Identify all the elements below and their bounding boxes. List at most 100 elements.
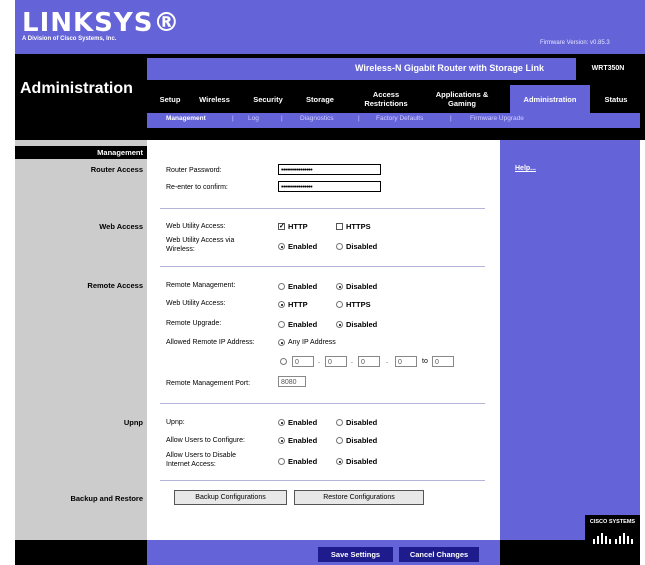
cancel-changes-button[interactable]: Cancel Changes [399, 547, 479, 562]
radio-selected-icon [336, 283, 343, 290]
http-checkbox[interactable]: ✓ HTTP [278, 222, 308, 231]
ip-dot: . [386, 358, 388, 365]
radio-selected-icon [336, 458, 343, 465]
section-backup-restore: Backup and Restore [70, 494, 143, 503]
remote-upgrade-label: Remote Upgrade: [166, 320, 222, 327]
radio-selected-icon [336, 321, 343, 328]
section-web-access: Web Access [99, 222, 143, 231]
divider [160, 208, 485, 209]
confirm-password-input[interactable]: •••••••••••••••• [278, 181, 381, 192]
remote-mgmt-enabled-radio[interactable]: Enabled [278, 282, 317, 291]
restore-configurations-button[interactable]: Restore Configurations [294, 490, 424, 505]
configure-disabled-radio[interactable]: Disabled [336, 436, 377, 445]
firmware-version: Firmware Version: v0.85.3 [540, 40, 610, 46]
radio-unselected-icon [336, 419, 343, 426]
radio-selected-icon [278, 437, 285, 444]
logo-subtitle: A Division of Cisco Systems, Inc. [22, 36, 117, 42]
ip-octet-1-input[interactable]: 0 [292, 356, 314, 367]
allow-disable-label-2: Internet Access: [166, 461, 216, 468]
ip-to-label: to [422, 358, 428, 365]
ip-to-input[interactable]: 0 [432, 356, 454, 367]
tab-security[interactable]: Security [244, 85, 292, 113]
ip-octet-2-input[interactable]: 0 [325, 356, 347, 367]
subtab-diagnostics[interactable]: Diagnostics [300, 115, 334, 122]
tab-setup[interactable]: Setup [150, 85, 190, 113]
help-link[interactable]: Help... [515, 165, 536, 172]
ip-octet-3-input[interactable]: 0 [358, 356, 380, 367]
wireless-access-enabled-radio[interactable]: Enabled [278, 242, 317, 251]
internet-disable-disabled-radio[interactable]: Disabled [336, 457, 377, 466]
divider [160, 403, 485, 404]
tab-access-restrictions[interactable]: Access Restrictions [355, 85, 417, 113]
tab-storage[interactable]: Storage [298, 85, 342, 113]
remote-management-label: Remote Management: [166, 282, 236, 289]
web-access-wireless-label-1: Web Utility Access via [166, 237, 235, 244]
remote-upgrade-enabled-radio[interactable]: Enabled [278, 320, 317, 329]
divider [160, 480, 485, 481]
internet-disable-enabled-radio[interactable]: Enabled [278, 457, 317, 466]
https-checkbox[interactable]: HTTPS [336, 222, 371, 231]
tab-status[interactable]: Status [595, 85, 637, 113]
subtab-factory-defaults[interactable]: Factory Defaults [376, 115, 423, 122]
checkbox-empty-icon [336, 223, 343, 230]
any-ip-radio[interactable]: Any IP Address [278, 339, 336, 346]
remote-upgrade-disabled-radio[interactable]: Disabled [336, 320, 377, 329]
radio-selected-icon [278, 301, 285, 308]
tab-wireless[interactable]: Wireless [192, 85, 237, 113]
save-settings-button[interactable]: Save Settings [318, 547, 393, 562]
web-access-wireless-label-2: Wireless: [166, 246, 195, 253]
radio-selected-icon [278, 339, 285, 346]
left-column [15, 140, 147, 540]
section-router-access: Router Access [90, 165, 143, 174]
ip-dot: . [351, 358, 353, 365]
model-number: WRT350N [576, 58, 640, 80]
linksys-logo: LINKSYS® [22, 8, 181, 38]
radio-unselected-icon [278, 283, 285, 290]
allowed-ip-label: Allowed Remote IP Address: [166, 339, 255, 346]
radio-unselected-icon [280, 358, 287, 365]
subtab-firmware-upgrade[interactable]: Firmware Upgrade [470, 115, 524, 122]
radio-unselected-icon [336, 243, 343, 250]
cisco-logo: CISCO SYSTEMS [585, 515, 640, 555]
tab-administration[interactable]: Administration [510, 85, 590, 113]
subtab-log[interactable]: Log [248, 115, 259, 122]
subtab-management[interactable]: Management [166, 115, 206, 122]
cisco-bridge-icon [592, 533, 633, 544]
confirm-password-label: Re-enter to confirm: [166, 184, 228, 191]
subtab-separator: | [232, 115, 234, 122]
web-utility-access-label: Web Utility Access: [166, 223, 226, 230]
radio-unselected-icon [278, 321, 285, 328]
configure-enabled-radio[interactable]: Enabled [278, 436, 317, 445]
upnp-enabled-radio[interactable]: Enabled [278, 418, 317, 427]
radio-unselected-icon [336, 437, 343, 444]
subtab-separator: | [358, 115, 360, 122]
remote-https-radio[interactable]: HTTPS [336, 300, 371, 309]
remote-http-radio[interactable]: HTTP [278, 300, 308, 309]
allow-disable-label-1: Allow Users to Disable [166, 452, 237, 459]
radio-unselected-icon [336, 301, 343, 308]
subtab-separator: | [281, 115, 283, 122]
product-name: Wireless-N Gigabit Router with Storage L… [355, 63, 544, 73]
remote-port-input[interactable]: 8080 [278, 376, 306, 387]
radio-selected-icon [278, 419, 285, 426]
footer-left [15, 540, 147, 565]
router-password-label: Router Password: [166, 167, 222, 174]
upnp-disabled-radio[interactable]: Disabled [336, 418, 377, 427]
divider [160, 266, 485, 267]
wireless-access-disabled-radio[interactable]: Disabled [336, 242, 377, 251]
subtab-separator: | [450, 115, 452, 122]
radio-selected-icon [278, 243, 285, 250]
section-upnp: Upnp [123, 418, 143, 427]
remote-mgmt-disabled-radio[interactable]: Disabled [336, 282, 377, 291]
remote-port-label: Remote Management Port: [166, 380, 251, 387]
section-remote-access: Remote Access [87, 281, 143, 290]
ip-range-radio[interactable] [280, 358, 290, 365]
ip-dot: . [318, 358, 320, 365]
checkbox-checked-icon: ✓ [278, 223, 285, 230]
backup-configurations-button[interactable]: Backup Configurations [174, 490, 287, 505]
router-password-input[interactable]: •••••••••••••••• [278, 164, 381, 175]
radio-unselected-icon [278, 458, 285, 465]
tab-applications-gaming[interactable]: Applications & Gaming [427, 85, 497, 113]
allow-configure-label: Allow Users to Configure: [166, 437, 245, 444]
ip-octet-4-input[interactable]: 0 [395, 356, 417, 367]
